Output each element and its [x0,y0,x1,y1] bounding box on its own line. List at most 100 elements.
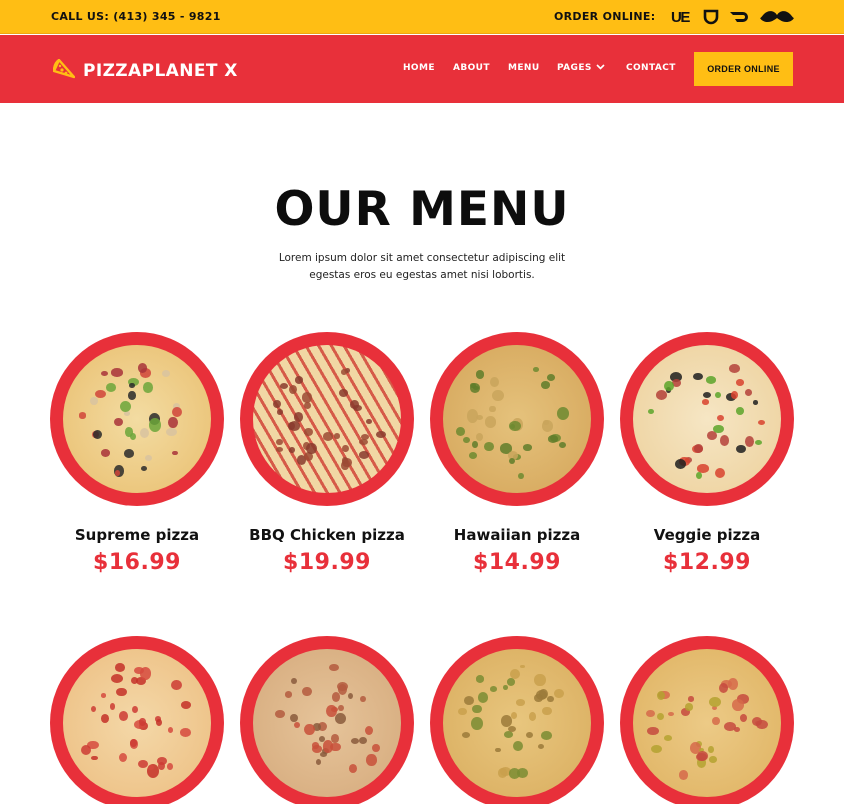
topping [462,732,471,738]
nav-menu[interactable]: MENU [508,63,540,73]
menu-item[interactable] [240,636,414,804]
menu-item[interactable]: Supreme pizza $16.99 [50,332,224,575]
topping [541,381,550,389]
topping [167,727,173,734]
topping [558,442,566,449]
topping [302,686,312,697]
logo[interactable]: PIZZAPLANET X [52,58,238,83]
nav-pages[interactable]: PAGES [557,63,605,73]
menu-item[interactable]: Veggie pizza $12.99 [620,332,794,575]
topping [139,667,152,681]
topping [492,389,504,402]
pizza-image[interactable] [253,649,401,797]
topping [696,472,703,479]
pizza-image[interactable] [253,345,401,493]
pizza-image[interactable] [63,345,211,493]
pizza-image[interactable] [443,649,591,797]
menu-item-name: Supreme pizza [74,526,200,544]
topping [705,375,717,384]
topping [646,709,656,718]
grubhub-icon[interactable] [703,8,719,26]
topping [464,696,475,706]
topping [518,472,525,480]
topping [353,404,362,412]
topping [512,740,524,752]
topping [116,687,127,697]
pizza-image[interactable] [633,649,781,797]
topping [91,755,98,761]
topping [348,763,357,773]
topping [647,408,654,415]
page-title: OUR MENU [274,182,570,237]
topping [553,688,565,699]
nav-about[interactable]: ABOUT [453,63,490,73]
topping [472,440,478,448]
topping [534,673,546,687]
topping [306,443,318,455]
topping [284,690,293,698]
menu-item[interactable] [620,636,794,804]
topping [745,436,755,448]
pizza-plate [50,636,224,804]
pizza-image[interactable] [443,345,591,493]
topping [509,668,520,679]
topping [337,705,344,712]
topping [111,673,124,683]
topping [753,400,759,405]
topping [288,384,298,395]
topping [109,703,116,711]
pizza-image[interactable] [63,649,211,797]
topping [715,392,721,398]
topping [294,375,304,384]
pizza-slice-icon [52,58,76,83]
top-bar: CALL US: (413) 345 - 9821 ORDER ONLINE: … [0,0,844,34]
pizza-plate [620,636,794,804]
topping [341,369,347,375]
topping [684,703,694,711]
topping [147,764,154,771]
topping [106,383,117,392]
topping [502,685,509,691]
topping [477,692,489,703]
topping [155,718,163,727]
topping [100,692,107,698]
topping [294,721,301,729]
topping [736,407,744,415]
topping [675,458,687,470]
topping [484,416,497,428]
topping [730,390,738,399]
topping [139,718,146,726]
topping [145,455,152,461]
nav-home[interactable]: HOME [403,63,435,73]
topping [510,711,518,719]
topping [376,431,386,438]
uber-eats-icon[interactable]: UE [671,8,690,26]
topping [359,736,368,744]
topping [489,686,497,692]
topping [156,756,168,766]
postmates-icon[interactable] [760,8,794,26]
nav-contact[interactable]: CONTACT [626,63,676,73]
menu-item[interactable]: BBQ Chicken pizza $19.99 [240,332,414,575]
topping [326,704,337,718]
pizza-image[interactable] [633,345,781,493]
topping [735,444,747,454]
topping [342,457,352,467]
order-online-button[interactable]: ORDER ONLINE [694,52,793,86]
topping [89,396,98,406]
topping [475,432,484,442]
topping [181,701,192,709]
menu-item[interactable] [50,636,224,804]
menu-item[interactable] [430,636,604,804]
doordash-icon[interactable] [729,8,751,26]
topping [119,711,129,722]
topping [744,388,752,396]
topping [731,699,744,711]
topping [167,763,173,770]
menu-item[interactable]: Hawaiian pizza $14.99 [430,332,604,575]
topping [472,704,482,714]
topping [656,713,664,721]
topping [739,713,748,722]
topping [171,406,182,417]
pizza-plate [50,332,224,506]
